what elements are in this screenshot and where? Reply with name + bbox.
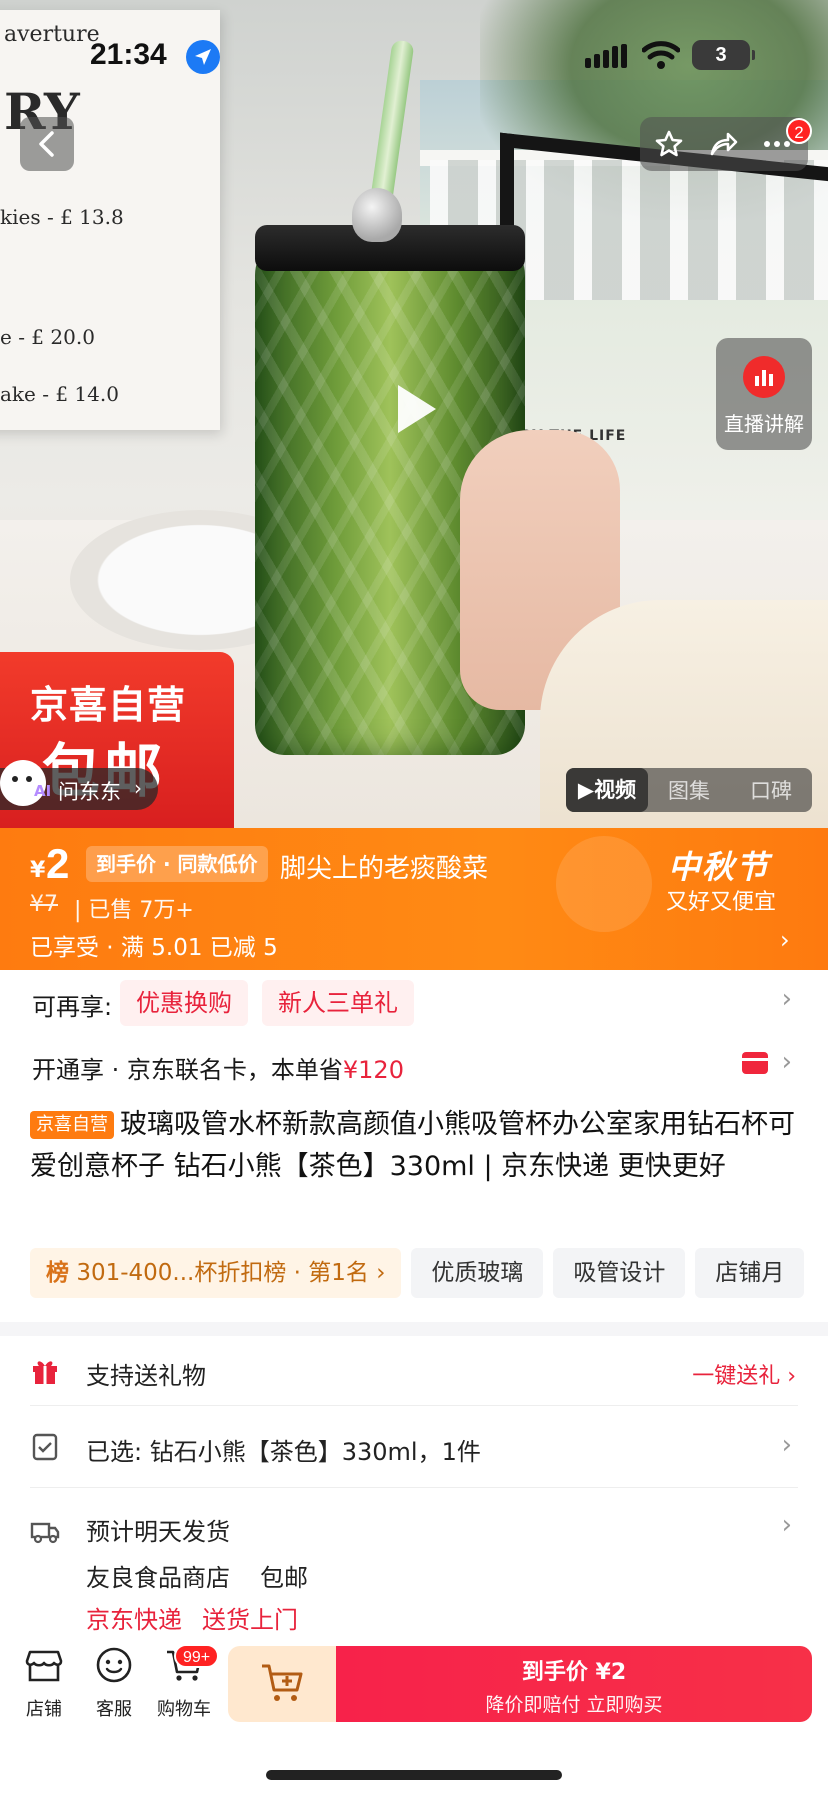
benefits-row[interactable]: 可再享: 优惠换购 新人三单礼 › <box>0 970 828 1032</box>
gift-label: 支持送礼物 <box>86 1362 206 1390</box>
media-tabs: ▶视频 图集 口碑 <box>566 768 812 812</box>
price-currency: ¥ <box>30 858 46 883</box>
truck-icon <box>30 1522 60 1544</box>
free-shipping: 包邮 <box>260 1564 308 1592</box>
message-badge: 2 <box>786 118 812 144</box>
home-indicator <box>266 1770 562 1780</box>
festival-bunny-icon <box>556 836 652 932</box>
add-cart-icon <box>262 1664 303 1701</box>
chevron-right-icon: › <box>781 984 792 1014</box>
buy-subtitle: 降价即赔付 立即购买 <box>485 1694 663 1716</box>
star-icon[interactable] <box>654 129 684 159</box>
benefits-label: 可再享: <box>32 993 113 1021</box>
live-explain-button[interactable]: 直播讲解 <box>716 338 812 450</box>
product-title: 京喜自营 玻璃吸管水杯新款高颜值小熊吸管杯办公室家用钻石杯可爱创意杯子 钻石小熊【… <box>30 1104 800 1188</box>
tab-gallery[interactable]: 图集 <box>648 775 730 805</box>
board-line: kies - £ 13.8 <box>0 205 124 229</box>
open-card-amount: ¥120 <box>342 1056 404 1084</box>
tag-chip[interactable]: 店铺月 <box>695 1248 805 1298</box>
price-slogan: 脚尖上的老痰酸菜 <box>280 854 489 884</box>
festival-title: 中秋节 <box>668 848 771 886</box>
buy-now-button[interactable]: 到手价 ¥2 降价即赔付 立即购买 <box>336 1646 812 1722</box>
top-actions <box>640 117 808 171</box>
status-time: 21:34 <box>90 38 167 71</box>
shipping-row[interactable]: 预计明天发货 › 友良食品商店 包邮 京东快递 送货上门 <box>0 1488 828 1634</box>
discount-applied: 已享受 · 满 5.01 已减 5 <box>30 935 278 961</box>
share-icon[interactable] <box>708 129 738 159</box>
play-icon[interactable] <box>398 385 436 433</box>
rank-icon: 榜 <box>46 1260 69 1286</box>
board-line: averture <box>4 22 100 47</box>
add-to-cart-button[interactable] <box>228 1646 338 1722</box>
shop-name: 友良食品商店 <box>86 1564 230 1592</box>
open-card-text: 开通享 · 京东联名卡，本单省 <box>32 1056 343 1084</box>
location-icon <box>186 40 220 74</box>
back-button[interactable] <box>20 117 74 171</box>
board-line: ake - £ 14.0 <box>0 382 119 406</box>
nav-cart-label: 购物车 <box>157 1699 211 1720</box>
checklist-icon <box>32 1433 58 1461</box>
promo-line1: 京喜自营 <box>30 683 187 727</box>
open-card-row[interactable]: 开通享 · 京东联名卡，本单省¥120 › <box>0 1032 828 1094</box>
buy-price: 到手价 ¥2 <box>521 1660 627 1685</box>
gift-row[interactable]: 支持送礼物 一键送礼 › <box>0 1336 828 1406</box>
selected-text: 已选: 钻石小熊【茶色】330ml，1件 <box>86 1438 481 1466</box>
nav-service[interactable]: 客服 <box>74 1646 154 1721</box>
price-band[interactable]: ¥ 2 到手价 · 同款低价 脚尖上的老痰酸菜 ¥7 | 已售 7万+ 已享受 … <box>0 828 828 970</box>
price-amount: 2 <box>46 840 70 887</box>
rank-chip[interactable]: 榜 301-400...杯折扣榜 · 第1名 › <box>30 1248 402 1298</box>
signal-icon <box>585 44 627 68</box>
chevron-right-icon: › <box>781 1430 792 1460</box>
benefit-chip-newuser[interactable]: 新人三单礼 <box>262 980 414 1026</box>
door-delivery: 送货上门 <box>202 1606 298 1634</box>
service-icon <box>96 1647 132 1683</box>
cart-badge: 99+ <box>174 1644 220 1668</box>
rank-text: 301-400...杯折扣榜 · 第1名 › <box>76 1260 386 1286</box>
product-title-text: 玻璃吸管水杯新款高颜值小熊吸管杯办公室家用钻石杯可爱创意杯子 钻石小熊【茶色】3… <box>30 1109 795 1182</box>
live-icon <box>743 356 785 398</box>
benefit-chip-exchange[interactable]: 优惠换购 <box>120 980 248 1026</box>
gift-action[interactable]: 一键送礼 › <box>692 1358 796 1390</box>
section-divider <box>0 1322 828 1336</box>
live-label: 直播讲解 <box>724 412 804 436</box>
express-label: 京东快递 <box>86 1606 182 1634</box>
price-tag: 到手价 · 同款低价 <box>86 846 268 882</box>
wifi-icon <box>642 41 680 69</box>
bear-topper <box>352 188 402 242</box>
self-operated-tag: 京喜自营 <box>30 1111 114 1139</box>
ai-label: AI <box>34 782 52 800</box>
nav-shop-label: 店铺 <box>26 1699 62 1720</box>
festival-subtitle: 又好又便宜 <box>666 890 777 915</box>
tab-reviews[interactable]: 口碑 <box>730 775 812 805</box>
back-arrow-icon <box>39 131 54 157</box>
chevron-right-icon: › <box>781 1510 792 1540</box>
tag-chip[interactable]: 优质玻璃 <box>411 1248 544 1298</box>
shop-icon <box>25 1650 63 1682</box>
ask-label: 问东东 <box>58 780 121 804</box>
board-line: e - £ 20.0 <box>0 325 95 349</box>
shipping-title: 预计明天发货 <box>86 1518 230 1546</box>
battery-indicator: 3 <box>692 40 755 70</box>
nav-service-label: 客服 <box>96 1699 132 1720</box>
ask-dongdong-button[interactable]: AI 问东东 › <box>0 760 158 810</box>
nav-shop[interactable]: 店铺 <box>4 1646 84 1721</box>
card-icon <box>742 1052 768 1074</box>
chevron-right-icon: › <box>134 776 142 800</box>
open-card-label: 开通享 · 京东联名卡，本单省¥120 <box>32 1050 404 1085</box>
tag-chip[interactable]: 吸管设计 <box>553 1248 686 1298</box>
chevron-right-icon: › <box>781 1047 792 1077</box>
gift-icon <box>33 1361 57 1384</box>
sold-count: | 已售 7万+ <box>74 898 194 923</box>
tag-row: 榜 301-400...杯折扣榜 · 第1名 › 优质玻璃 吸管设计 店铺月 <box>30 1248 828 1298</box>
original-price: ¥7 <box>30 892 58 917</box>
chevron-right-icon: › <box>780 926 790 954</box>
selected-spec-row[interactable]: 已选: 钻石小熊【茶色】330ml，1件 › <box>0 1406 828 1488</box>
tab-video[interactable]: ▶视频 <box>566 768 648 812</box>
